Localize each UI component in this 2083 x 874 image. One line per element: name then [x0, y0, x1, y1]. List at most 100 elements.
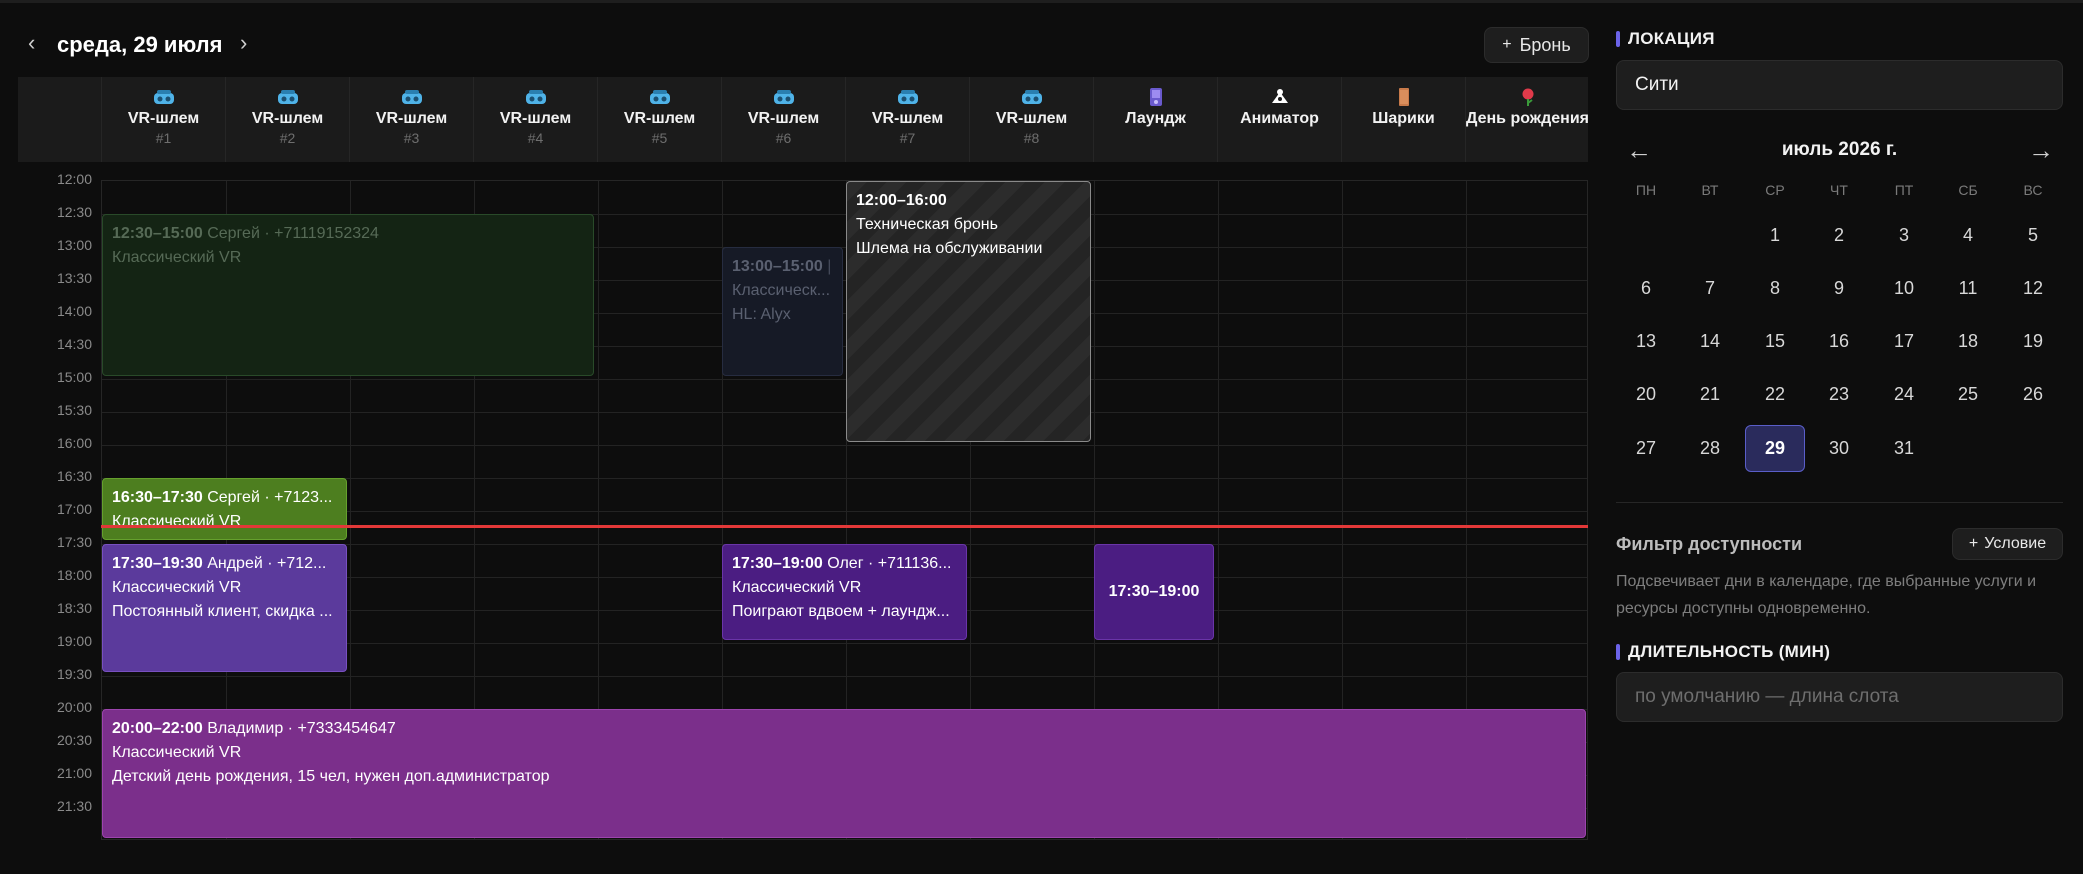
- calendar-day[interactable]: 12: [2003, 265, 2063, 312]
- time-label: 12:30: [56, 204, 92, 220]
- calendar-day[interactable]: 13: [1616, 318, 1676, 365]
- booking-card[interactable]: 17:30–19:00: [1094, 544, 1214, 640]
- add-booking-button[interactable]: + Бронь: [1484, 27, 1589, 63]
- resource-column-header[interactable]: VR-шлем #2: [225, 77, 349, 162]
- calendar-day[interactable]: 2: [1809, 212, 1869, 259]
- grid-line: [102, 676, 1587, 677]
- booking-card[interactable]: 17:30–19:30 Андрей · +712... Классически…: [102, 544, 347, 672]
- calendar-day[interactable]: 16: [1809, 318, 1869, 365]
- booking-card[interactable]: 13:00–15:00 | Классическ... HL: Alyx: [722, 247, 843, 376]
- calendar-day[interactable]: 20: [1616, 371, 1676, 418]
- calendar-day[interactable]: 9: [1809, 265, 1869, 312]
- resource-column-header[interactable]: VR-шлем #5: [597, 77, 721, 162]
- resource-column-header[interactable]: Лаундж: [1093, 77, 1217, 162]
- resource-column-header[interactable]: VR-шлем #6: [721, 77, 845, 162]
- calendar-day[interactable]: 5: [2003, 212, 2063, 259]
- calendar-day[interactable]: 23: [1809, 371, 1869, 418]
- calendar-day[interactable]: 8: [1745, 265, 1805, 312]
- booking-time: 20:00–22:00: [112, 720, 203, 737]
- resource-column-header[interactable]: VR-шлем #1: [101, 77, 225, 162]
- time-label: 13:30: [56, 270, 92, 286]
- calendar-day[interactable]: 10: [1874, 265, 1934, 312]
- booking-client: Сергей · +71119152324: [207, 225, 379, 242]
- weekday-label: ПТ: [1894, 182, 1914, 198]
- calendar-day[interactable]: 14: [1680, 318, 1740, 365]
- booking-time: 17:30–19:30: [112, 555, 203, 572]
- resource-number: #7: [899, 130, 916, 146]
- calendar-day[interactable]: 7: [1680, 265, 1740, 312]
- booking-service: Классический VR: [112, 744, 242, 761]
- calendar-month-title: июль 2026 г.: [1781, 139, 1898, 160]
- booking-client: Владимир · +7333454647: [207, 720, 396, 737]
- booking-note: Поиграют вдвоем + лаундж...: [732, 603, 950, 620]
- calendar-day[interactable]: 4: [1938, 212, 1998, 259]
- booking-note: HL: Alyx: [732, 306, 791, 323]
- calendar-day[interactable]: 17: [1874, 318, 1934, 365]
- resource-number: #2: [279, 130, 296, 146]
- booking-time: 16:30–17:30: [112, 489, 203, 506]
- time-label: 21:00: [56, 765, 92, 781]
- calendar-day[interactable]: 25: [1938, 371, 1998, 418]
- resource-name: Аниматор: [1240, 110, 1319, 127]
- resource-name: VR-шлем: [871, 110, 944, 127]
- calendar-day[interactable]: 22: [1745, 371, 1805, 418]
- vr-headset-icon: [153, 87, 175, 107]
- resource-header: VR-шлем #1 VR-шлем #2 VR-шлем #3 VR-шлем…: [18, 77, 1589, 162]
- calendar-day[interactable]: 26: [2003, 371, 2063, 418]
- calendar-day-selected[interactable]: 29: [1745, 425, 1805, 472]
- booking-service: Классический VR: [112, 249, 242, 266]
- booking-service: Классическ...: [732, 282, 831, 299]
- resource-name: День рождения: [1466, 110, 1590, 127]
- plus-icon: +: [1968, 535, 1979, 552]
- booking-time: 12:00–16:00: [856, 192, 947, 209]
- weekday-label: ПН: [1635, 182, 1657, 198]
- next-day-button[interactable]: ›: [240, 30, 247, 56]
- booking-service: Классический VR: [732, 579, 862, 596]
- calendar-day[interactable]: 30: [1809, 425, 1869, 472]
- time-label: 16:00: [56, 435, 92, 451]
- time-label: 17:30: [56, 534, 92, 550]
- calendar-day[interactable]: 24: [1874, 371, 1934, 418]
- add-condition-button[interactable]: + Условие: [1952, 528, 2063, 560]
- next-month-button[interactable]: →: [2028, 135, 2054, 166]
- booking-time: 12:30–15:00: [112, 225, 203, 242]
- resource-column-header[interactable]: VR-шлем #8: [969, 77, 1093, 162]
- calendar-day[interactable]: 28: [1680, 425, 1740, 472]
- plus-icon: +: [1502, 36, 1512, 53]
- booking-card[interactable]: 20:00–22:00 Владимир · +7333454647 Класс…: [102, 709, 1586, 838]
- resource-column-header[interactable]: Аниматор: [1217, 77, 1341, 162]
- calendar-day[interactable]: 3: [1874, 212, 1934, 259]
- resource-column-header[interactable]: VR-шлем #4: [473, 77, 597, 162]
- booking-card[interactable]: 12:30–15:00 Сергей · +71119152324 Класси…: [102, 214, 594, 376]
- location-select[interactable]: Сити: [1616, 60, 2063, 110]
- booking-service: Техническая бронь: [856, 216, 998, 233]
- resource-name: VR-шлем: [995, 110, 1068, 127]
- booking-client: Андрей · +712...: [207, 555, 327, 572]
- calendar-day[interactable]: 15: [1745, 318, 1805, 365]
- booking-card[interactable]: 17:30–19:00 Олег · +711136... Классическ…: [722, 544, 967, 640]
- resource-column-header[interactable]: Шарики: [1341, 77, 1465, 162]
- weekday-label: ВС: [2023, 182, 2043, 198]
- weekday-label: ЧТ: [1830, 182, 1848, 198]
- calendar-day[interactable]: 11: [1938, 265, 1998, 312]
- prev-day-button[interactable]: ‹: [28, 30, 35, 56]
- duration-input[interactable]: по умолчанию — длина слота: [1616, 672, 2063, 722]
- calendar-day[interactable]: 21: [1680, 371, 1740, 418]
- vr-headset-icon: [525, 87, 547, 107]
- resource-column-header[interactable]: День рождения: [1465, 77, 1589, 162]
- add-condition-label: Условие: [1984, 535, 2047, 552]
- booking-card[interactable]: 16:30–17:30 Сергей · +7123... Классическ…: [102, 478, 347, 540]
- calendar-day[interactable]: 1: [1745, 212, 1805, 259]
- calendar-day[interactable]: 27: [1616, 425, 1676, 472]
- weekday-label: СБ: [1958, 182, 1978, 198]
- resource-column-header[interactable]: VR-шлем #7: [845, 77, 969, 162]
- resource-column-header[interactable]: VR-шлем #3: [349, 77, 473, 162]
- calendar-day[interactable]: 18: [1938, 318, 1998, 365]
- calendar-day[interactable]: 19: [2003, 318, 2063, 365]
- technical-booking-card[interactable]: 12:00–16:00 Техническая бронь Шлема на о…: [846, 181, 1091, 442]
- time-label: 19:00: [56, 633, 92, 649]
- calendar-day[interactable]: 31: [1874, 425, 1934, 472]
- sidebar-divider: [1616, 502, 2063, 503]
- calendar-day[interactable]: 6: [1616, 265, 1676, 312]
- location-title-text: ЛОКАЦИЯ: [1628, 29, 1715, 48]
